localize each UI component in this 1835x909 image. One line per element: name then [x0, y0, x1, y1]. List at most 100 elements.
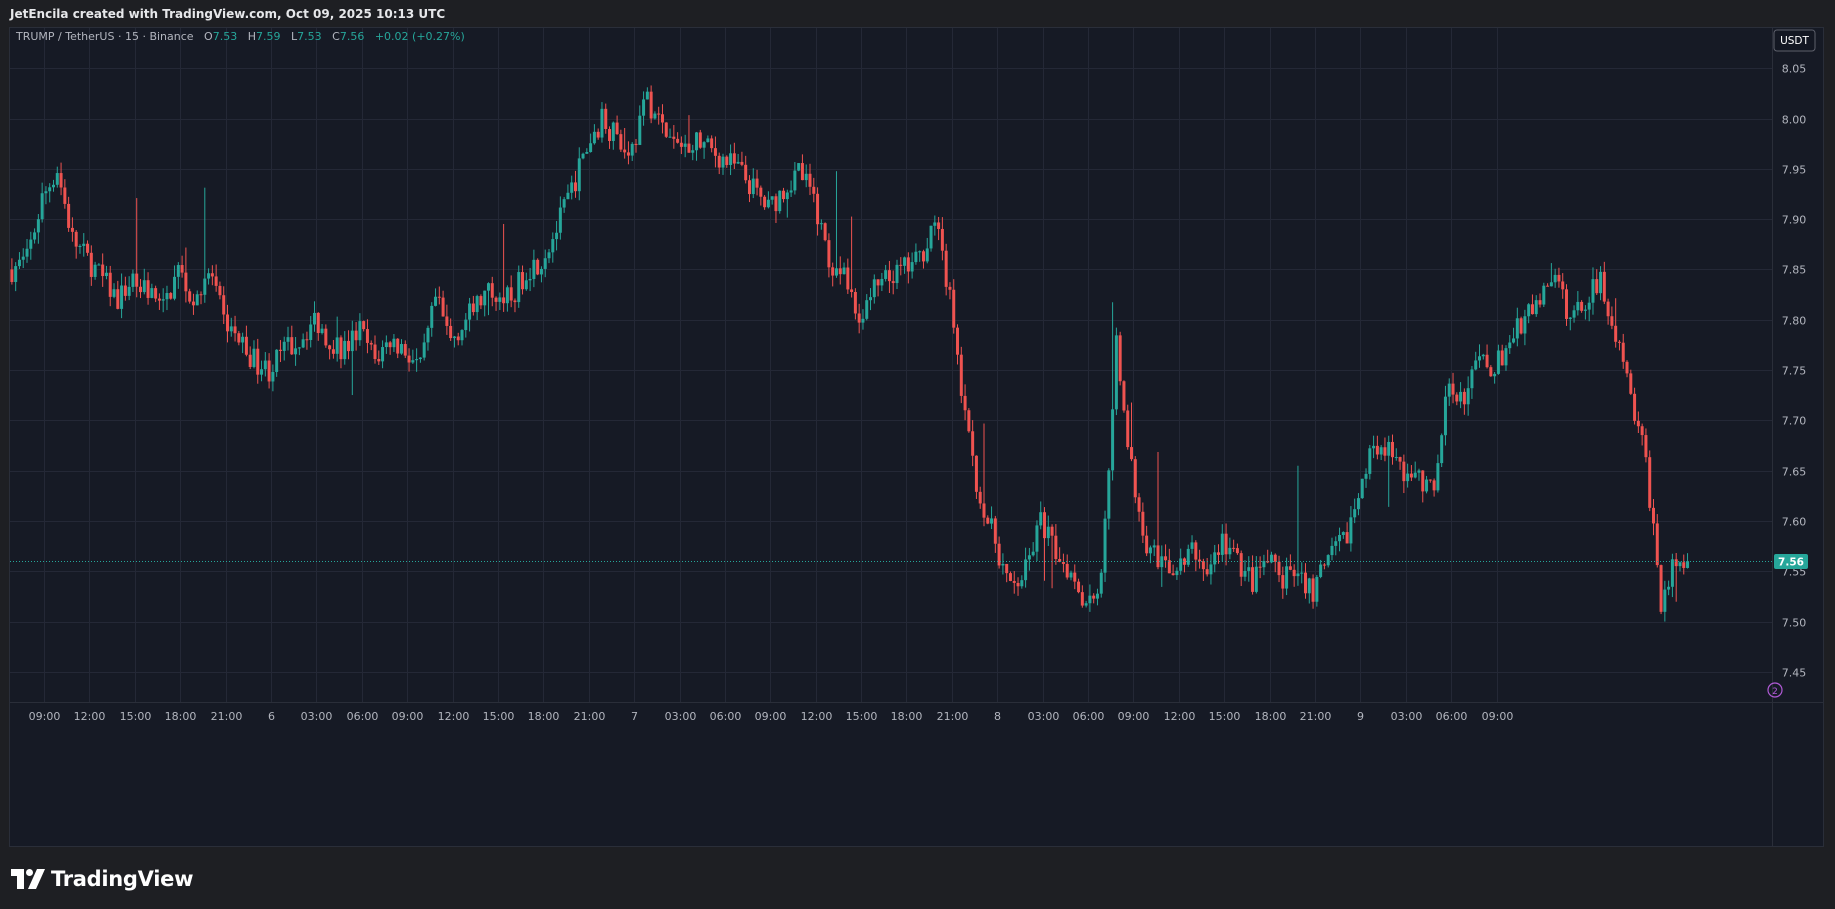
candle-body [1530, 304, 1534, 315]
candle-body [1020, 580, 1024, 587]
candle [1489, 365, 1493, 377]
candle-body [536, 259, 540, 275]
candle-body [381, 347, 385, 362]
candle [539, 266, 543, 283]
candle-body [1133, 459, 1137, 498]
candle-body [324, 328, 328, 346]
candle [316, 312, 320, 341]
candle-body [1474, 360, 1478, 370]
candle-body [850, 289, 854, 292]
candle-body [1682, 562, 1686, 568]
candle-body [1156, 545, 1160, 568]
candle-body [1285, 566, 1289, 589]
candle-body [948, 286, 952, 290]
candle-body [967, 410, 971, 432]
candle [70, 217, 74, 242]
candle [1126, 404, 1130, 450]
candle-body [1258, 566, 1262, 568]
candlestick-chart[interactable]: 8.05 8.00 7.95 7.90 7.85 7.80 7.75 7.70 7.65 7.60… [10, 28, 1823, 846]
candle-body [1636, 420, 1640, 427]
candle [1005, 563, 1009, 583]
candle [1054, 524, 1058, 565]
y-tick-label: 7.60 [1782, 516, 1807, 529]
candle [513, 298, 517, 313]
candle [263, 352, 267, 377]
candle [827, 233, 831, 278]
candle [774, 193, 778, 223]
chart-frame[interactable]: 8.05 8.00 7.95 7.90 7.85 7.80 7.75 7.70 7.65 7.60… [9, 27, 1824, 847]
candle [1338, 527, 1342, 552]
candle-body [1235, 548, 1239, 554]
candle [486, 282, 490, 316]
candle-body [683, 143, 687, 147]
candle [1107, 468, 1111, 530]
candle [1421, 470, 1425, 503]
candle [1557, 267, 1561, 288]
candle-body [1432, 480, 1436, 491]
candle-body [1292, 569, 1296, 577]
candle-body [959, 354, 963, 396]
x-tick-label: 12:00 [74, 710, 106, 723]
candle-body [1663, 589, 1667, 612]
last-price-value: 7.56 [1778, 557, 1804, 569]
candle [891, 270, 895, 295]
time-axis[interactable]: 09:00 12:00 15:00 18:00 21:00 6 03:00 06:00 09:0… [29, 710, 1514, 723]
candle [59, 162, 63, 196]
candle-body [604, 108, 608, 130]
candle-body [29, 239, 33, 249]
candle [21, 248, 25, 269]
x-tick-label: 18:00 [1255, 710, 1287, 723]
candle-body [577, 158, 581, 192]
candle-body [468, 303, 472, 320]
candle-body [1527, 304, 1531, 317]
x-tick-label: 09:00 [1118, 710, 1150, 723]
candle [191, 293, 195, 315]
candle [1413, 461, 1417, 479]
candle [1330, 537, 1334, 561]
candle-body [498, 297, 502, 302]
tradingview-logo[interactable]: TradingView [11, 866, 193, 892]
candle [415, 348, 419, 372]
x-tick-label: 18:00 [528, 710, 560, 723]
candle [1587, 296, 1591, 322]
candle-body [1201, 561, 1205, 570]
candle-body [275, 349, 279, 372]
grid [10, 28, 1823, 846]
candle [657, 106, 661, 125]
currency-button[interactable]: USDT [1773, 29, 1816, 52]
price-axis[interactable]: 8.05 8.00 7.95 7.90 7.85 7.80 7.75 7.70 7.65 7.60… [1782, 63, 1807, 680]
candle-body [502, 297, 506, 304]
candle-body [396, 338, 400, 354]
x-tick-label: 15:00 [846, 710, 878, 723]
candle-body [1610, 316, 1614, 326]
candle-body [135, 273, 139, 287]
candle [48, 183, 52, 203]
candle [1659, 564, 1663, 615]
candle [1398, 456, 1402, 470]
candle [971, 420, 975, 467]
candle [1636, 411, 1640, 433]
candle-body [956, 327, 960, 355]
candle-body [1402, 461, 1406, 482]
candle [1564, 284, 1568, 326]
candle-body [589, 143, 593, 152]
x-tick-label: 7 [631, 710, 638, 723]
candle [1304, 563, 1308, 599]
candle [1031, 542, 1035, 557]
candle-body [365, 329, 369, 343]
candle [437, 286, 441, 305]
candle-body [687, 143, 691, 153]
candle [732, 142, 736, 169]
candle [1296, 465, 1300, 586]
candle-body [1152, 545, 1156, 548]
candle [464, 313, 468, 338]
candle-body [747, 180, 751, 195]
candle [275, 349, 279, 377]
candle [426, 325, 430, 351]
candle-body [120, 285, 124, 309]
candle [101, 253, 105, 287]
compare-icon[interactable]: 2 [1767, 682, 1783, 698]
candle-body [1481, 354, 1485, 357]
candle [1409, 465, 1413, 482]
candle [1614, 298, 1618, 348]
